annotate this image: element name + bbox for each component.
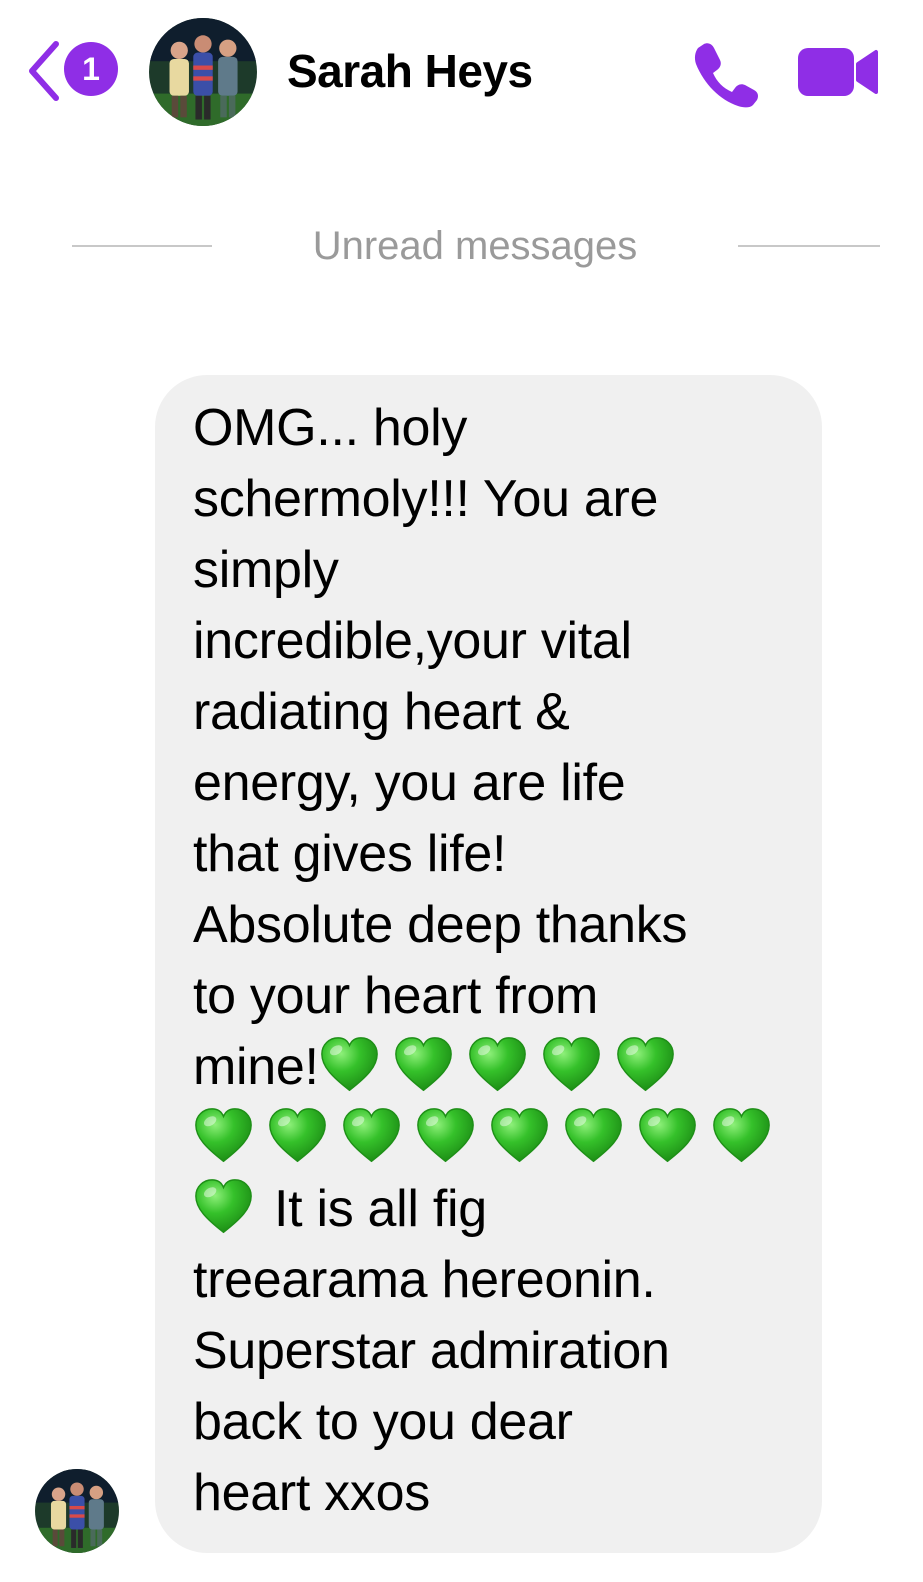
message-line: incredible,your vital bbox=[193, 612, 632, 670]
message-line: schermoly!!! You are bbox=[193, 470, 659, 528]
divider-label: Unread messages bbox=[312, 224, 638, 268]
green-heart-icon bbox=[563, 1106, 624, 1167]
video-call-button[interactable] bbox=[796, 44, 880, 100]
contact-name[interactable]: Sarah Heys bbox=[287, 44, 533, 98]
chat-header: 1 Sarah Heys bbox=[0, 0, 923, 150]
message-line: back to you dear bbox=[193, 1393, 573, 1451]
message-line: Absolute deep thanks bbox=[193, 896, 688, 954]
message-line: that gives life! bbox=[193, 825, 507, 883]
green-heart-icon bbox=[341, 1106, 402, 1167]
green-heart-icon bbox=[467, 1035, 528, 1096]
message-line: treearama hereonin. bbox=[193, 1251, 656, 1309]
message-line: to your heart from bbox=[193, 967, 598, 1025]
message-line: heart xxos bbox=[193, 1464, 430, 1522]
hearts-row bbox=[193, 1103, 813, 1174]
green-heart-icon bbox=[193, 1177, 254, 1238]
unread-divider: Unread messages bbox=[0, 210, 923, 280]
message-line: radiating heart & bbox=[193, 683, 570, 741]
green-heart-icon bbox=[415, 1106, 476, 1167]
green-heart-icon bbox=[489, 1106, 550, 1167]
chevron-left-icon bbox=[29, 41, 59, 101]
unread-count-badge: 1 bbox=[64, 42, 118, 96]
contact-avatar[interactable] bbox=[149, 18, 257, 126]
green-heart-icon bbox=[193, 1106, 254, 1167]
green-heart-icon bbox=[319, 1035, 380, 1096]
divider-line-right bbox=[738, 245, 880, 247]
message-line-with-heart: It is all fig bbox=[193, 1174, 813, 1245]
message-line: OMG... holy bbox=[193, 399, 468, 457]
green-heart-icon bbox=[615, 1035, 676, 1096]
video-camera-icon bbox=[798, 48, 878, 96]
message-line: energy, you are life bbox=[193, 754, 626, 812]
green-heart-icon bbox=[393, 1035, 454, 1096]
message-line: simply bbox=[193, 541, 339, 599]
back-button[interactable]: 1 bbox=[22, 38, 122, 108]
call-button[interactable] bbox=[690, 38, 760, 108]
green-heart-icon bbox=[267, 1106, 328, 1167]
phone-icon bbox=[694, 43, 758, 108]
message-text: OMG... holy schermoly!!! You are simply … bbox=[193, 393, 813, 1529]
sender-avatar[interactable] bbox=[35, 1469, 119, 1553]
message-line: mine! bbox=[193, 1038, 319, 1096]
message-line: It is all fig bbox=[274, 1180, 487, 1238]
message-bubble[interactable]: OMG... holy schermoly!!! You are simply … bbox=[155, 375, 822, 1553]
green-heart-icon bbox=[711, 1106, 772, 1167]
message-line: Superstar admiration bbox=[193, 1322, 670, 1380]
divider-line-left bbox=[72, 245, 212, 247]
green-heart-icon bbox=[541, 1035, 602, 1096]
green-heart-icon bbox=[637, 1106, 698, 1167]
message-line-with-hearts: mine! bbox=[193, 1032, 813, 1103]
